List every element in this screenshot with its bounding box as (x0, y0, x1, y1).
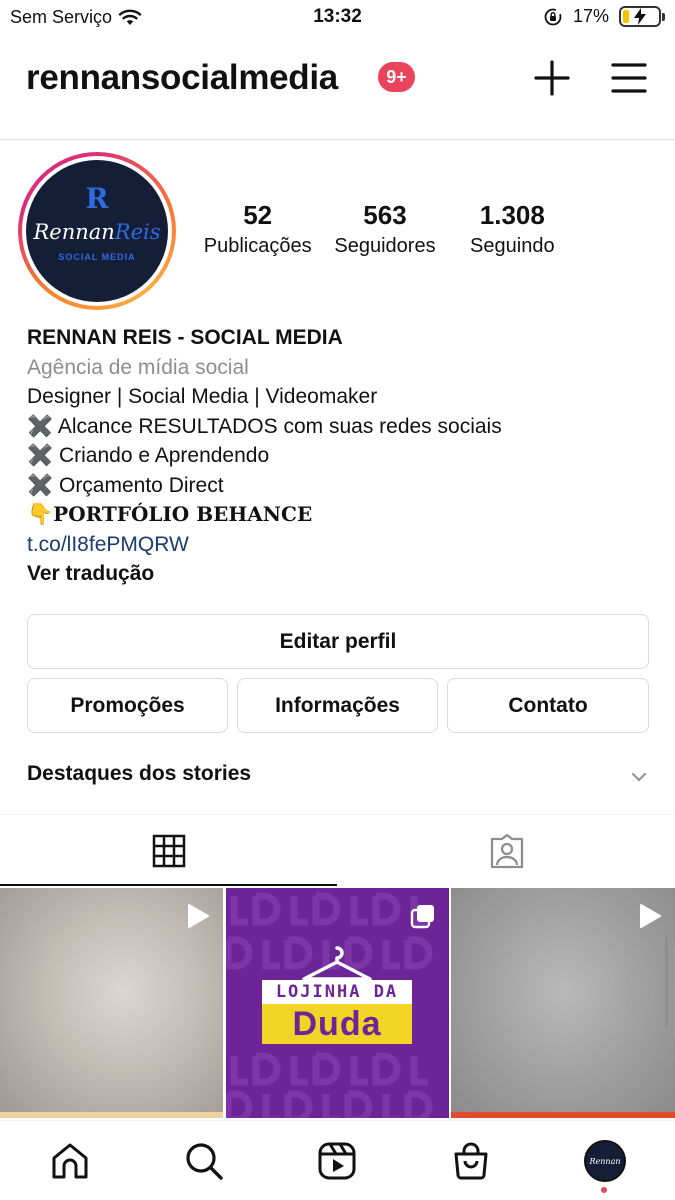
stat-followers[interactable]: 563 Seguidores (320, 200, 449, 258)
post-thumbnail-video[interactable] (0, 888, 223, 1118)
tab-posts-grid[interactable] (0, 815, 337, 887)
posts-grid: LOJINHA DA Duda (0, 888, 675, 1118)
status-right: 17% (543, 6, 665, 27)
reel-play-icon (640, 904, 661, 928)
stat-value: 52 (243, 200, 273, 230)
see-translation-link[interactable]: Ver tradução (27, 559, 657, 589)
tab-tagged[interactable] (338, 815, 675, 887)
search-icon (186, 1143, 223, 1180)
stat-label: Seguidores (334, 235, 436, 257)
bio-line: ✖️ Criando e Aprendendo (27, 444, 270, 467)
orientation-lock-icon (544, 8, 562, 25)
profile-tabs (0, 814, 675, 886)
battery-icon (619, 6, 665, 27)
carousel-multiple-icon (410, 905, 434, 929)
bio-link[interactable]: t.co/lI8fePMQRW (27, 530, 657, 560)
stat-label: Publicações (203, 235, 312, 257)
avatar-brand-sub: SOCIAL MEDIA (58, 252, 136, 262)
post-title-top: LOJINHA DA (262, 980, 412, 1004)
hanger-icon (302, 946, 372, 981)
nav-shop[interactable] (449, 1139, 493, 1183)
post-title-main: Duda (262, 1004, 412, 1044)
reels-icon (318, 1142, 356, 1180)
tagged-person-icon (490, 833, 523, 869)
shopping-bag-icon (454, 1142, 488, 1180)
chevron-down-icon[interactable] (628, 766, 650, 788)
profile-display-name: RENNAN REIS - SOCIAL MEDIA (27, 326, 343, 349)
stat-value: 563 (363, 200, 407, 230)
notification-badge[interactable]: 9+ (378, 62, 415, 92)
username-title[interactable]: rennansocialmedia (26, 58, 338, 98)
avatar-logo: R RennanReis SOCIAL MEDIA (26, 160, 168, 302)
promotions-button[interactable]: Promoções (27, 678, 228, 733)
story-highlights-title[interactable]: Destaques dos stories (27, 762, 251, 786)
battery-fill (623, 10, 629, 23)
edit-profile-button[interactable]: Editar perfil (27, 614, 649, 669)
reel-play-icon (188, 904, 209, 928)
profile-avatar[interactable]: R RennanReis SOCIAL MEDIA (18, 152, 176, 310)
profile-category: Agência de mídia social (27, 355, 249, 379)
stat-following[interactable]: 1.308 Seguindo (450, 200, 575, 258)
scroll-indicator (665, 935, 668, 1027)
pointing-down-icon: 👇 (27, 503, 54, 526)
stat-posts[interactable]: 52 Publicações (195, 200, 320, 258)
hamburger-menu-icon[interactable] (609, 60, 649, 96)
profile-avatar-small: Rennan (584, 1140, 626, 1182)
stat-value: 1.308 (479, 200, 545, 230)
portfolio-text: PORTFÓLIO BEHANCE (53, 502, 313, 526)
nav-home[interactable] (48, 1139, 92, 1183)
status-bar: Sem Serviço 13:32 17% (0, 0, 675, 36)
grid-icon (152, 834, 185, 868)
profile-bio: RENNAN REIS - SOCIAL MEDIA Agência de mí… (27, 323, 657, 589)
bottom-navigation: Rennan (0, 1120, 675, 1200)
avatar-brand-mark: R (85, 182, 109, 215)
stat-label: Seguindo (470, 235, 555, 257)
bio-line: Designer | Social Media | Videomaker (27, 385, 378, 408)
info-button[interactable]: Informações (237, 678, 438, 733)
nav-profile[interactable]: Rennan (583, 1139, 627, 1183)
active-tab-indicator (0, 884, 337, 886)
bio-line: ✖️ Alcance RESULTADOS com suas redes soc… (27, 414, 502, 438)
profile-header: rennansocialmedia 9+ (0, 40, 675, 140)
nav-search[interactable] (182, 1139, 226, 1183)
avatar-brand-name: RennanReis (33, 220, 161, 244)
charging-bolt-icon (634, 8, 646, 25)
bio-portfolio-line: 👇PORTFÓLIO BEHANCE (27, 500, 657, 530)
profile-notification-dot (601, 1187, 607, 1193)
nav-reels[interactable] (315, 1139, 359, 1183)
post-thumbnail-carousel[interactable]: LOJINHA DA Duda (226, 888, 449, 1118)
bio-line: ✖️ Orçamento Direct (27, 473, 224, 497)
create-post-plus-icon[interactable] (532, 58, 572, 98)
post-thumbnail-video[interactable] (451, 888, 675, 1118)
profile-stats: 52 Publicações 563 Seguidores 1.308 Segu… (195, 200, 575, 258)
battery-percent: 17% (572, 6, 609, 26)
home-icon (52, 1143, 88, 1179)
contact-button[interactable]: Contato (447, 678, 649, 733)
